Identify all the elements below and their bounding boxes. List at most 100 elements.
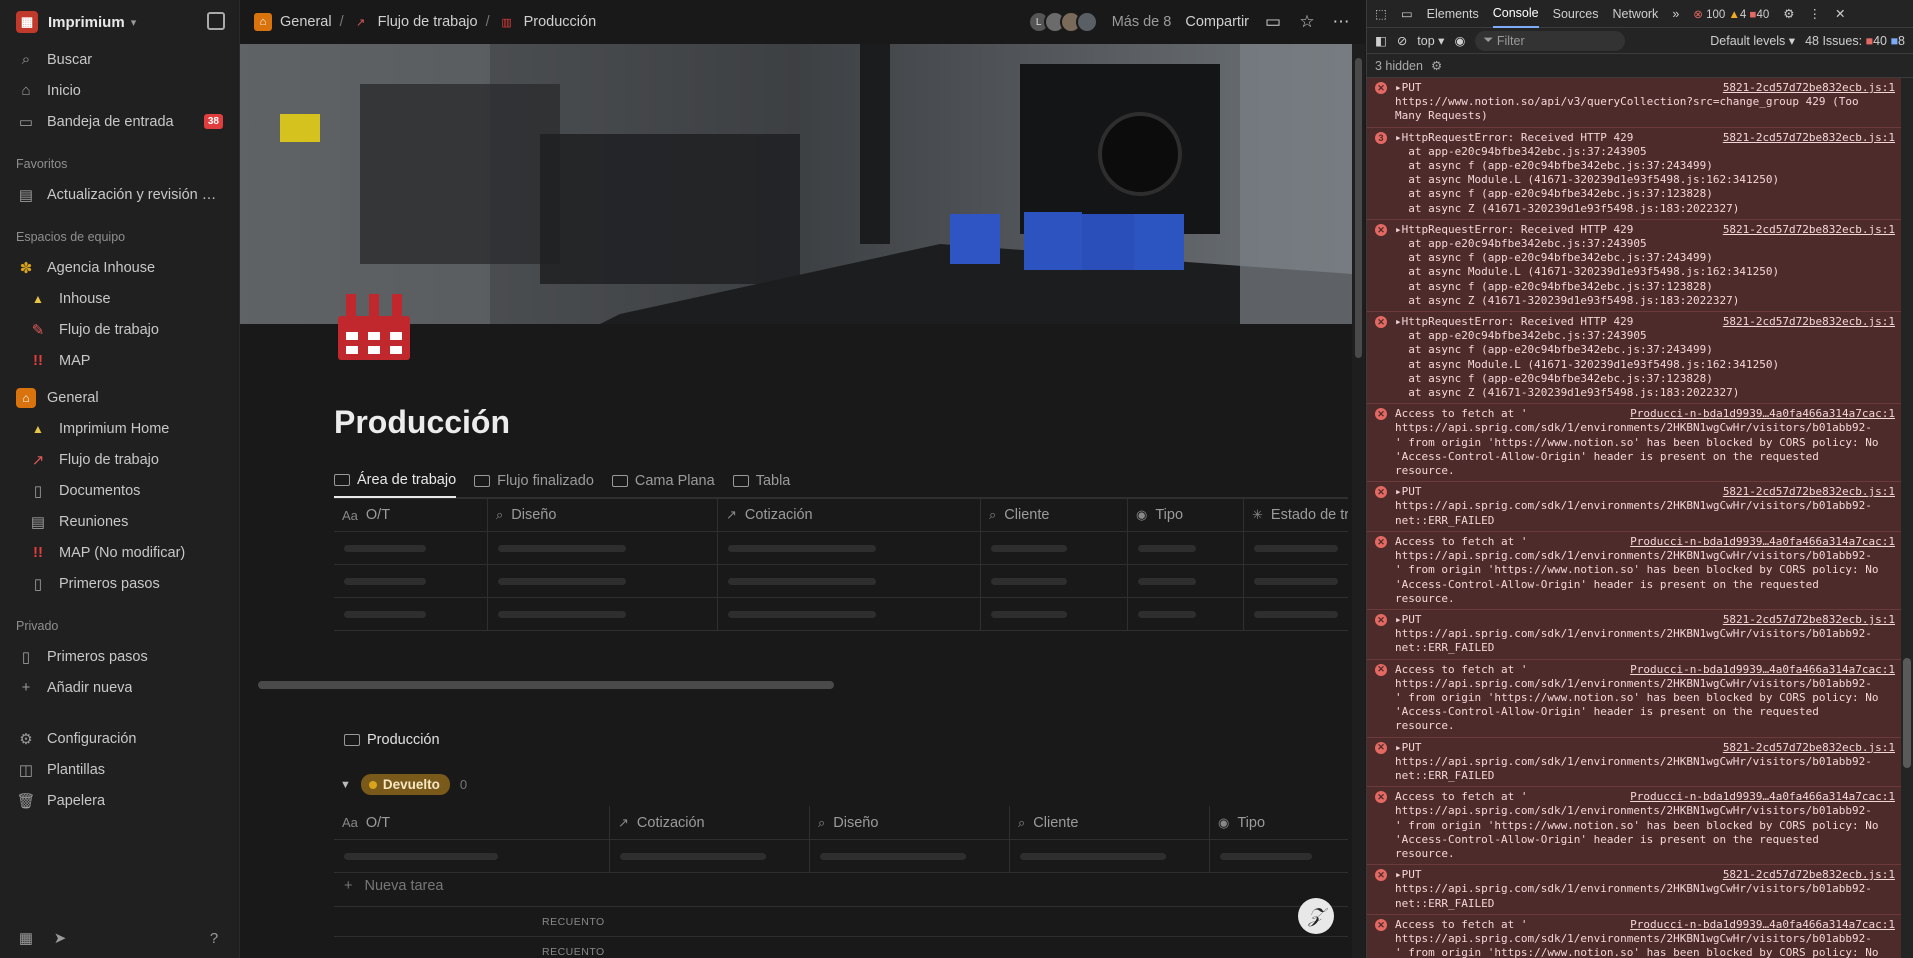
error-count[interactable]: ⊗ 100 ▲4 ■40 — [1693, 7, 1769, 21]
breadcrumb-item[interactable]: Flujo de trabajo — [378, 14, 478, 30]
sidebar-item-templates[interactable]: ◫ Plantillas — [0, 754, 239, 785]
sidebar-item-page[interactable]: ▲ Inhouse — [0, 283, 239, 314]
sidebar-item-inbox[interactable]: ▭ Bandeja de entrada 38 — [0, 106, 239, 137]
source-link[interactable]: 5821-2cd57d72be832ecb.js:1 — [1723, 741, 1895, 755]
calculate-footer[interactable]: RECUENTO — [542, 916, 605, 928]
console-error-message[interactable]: ✕ 5821-2cd57d72be832ecb.js:1 ▸HttpRequestE… — [1367, 312, 1901, 405]
breadcrumb-item[interactable]: Producción — [524, 14, 597, 30]
console-error-message[interactable]: ✕ Producci-n-bda1d9939…4a0fa466a314a7cac:… — [1367, 531, 1901, 610]
sidebar-item-favorite[interactable]: ▤ Actualización y revisión se... — [0, 179, 239, 210]
source-link[interactable]: Producci-n-bda1d9939…4a0fa466a314a7cac:1 — [1630, 663, 1895, 677]
source-link[interactable]: 5821-2cd57d72be832ecb.js:1 — [1723, 223, 1895, 237]
device-toolbar-icon[interactable]: ▭ — [1401, 6, 1413, 21]
console-error-message[interactable]: ✕ 5821-2cd57d72be832ecb.js:1 ▸PUT https://a… — [1367, 865, 1901, 915]
tab-cama-plana[interactable]: Cama Plana — [611, 464, 715, 498]
console-error-message[interactable]: ✕ 5821-2cd57d72be832ecb.js:1 ▸PUT https://w… — [1367, 78, 1901, 128]
tab-area-de-trabajo[interactable]: Área de trabajo — [334, 464, 457, 498]
tab-sources[interactable]: Sources — [1553, 0, 1599, 28]
column-header[interactable]: ⌕ Cliente — [981, 499, 1128, 531]
calculate-footer[interactable]: RECUENTO — [542, 946, 605, 958]
source-link[interactable]: Producci-n-bda1d9939…4a0fa466a314a7cac:1 — [1630, 535, 1895, 549]
sidebar-item-home[interactable]: ⌂ Inicio — [0, 75, 239, 106]
console-error-message[interactable]: ✕ 5821-2cd57d72be832ecb.js:1 ▸HttpRequestE… — [1367, 219, 1901, 313]
table-row[interactable] — [334, 598, 1348, 631]
sidebar-item-page[interactable]: ▲ Imprimium Home — [0, 413, 239, 444]
clear-console-icon[interactable]: ⊘ — [1397, 33, 1407, 48]
source-link[interactable]: 5821-2cd57d72be832ecb.js:1 — [1723, 315, 1895, 329]
console-error-message[interactable]: ✕ 5821-2cd57d72be832ecb.js:1 ▸PUT https://a… — [1367, 482, 1901, 532]
column-header[interactable]: ◉ Tipo — [1128, 499, 1244, 531]
source-link[interactable]: 5821-2cd57d72be832ecb.js:1 — [1723, 81, 1895, 95]
sidebar-item-teamspace[interactable]: ⌂ General — [0, 382, 239, 413]
inspect-icon[interactable]: ⬚ — [1375, 6, 1387, 21]
sidebar-item-page[interactable]: !! MAP (No modificar) — [0, 537, 239, 568]
sidebar-item-page[interactable]: ↗ Flujo de trabajo — [0, 444, 239, 475]
more-tabs-icon[interactable]: » — [1672, 7, 1679, 21]
sidebar-item-page[interactable]: ▯ Documentos — [0, 475, 239, 506]
source-link[interactable]: Producci-n-bda1d9939…4a0fa466a314a7cac:1 — [1630, 918, 1895, 932]
context-select[interactable]: top ▾ — [1417, 33, 1444, 48]
tab-network[interactable]: Network — [1612, 0, 1658, 28]
console-error-message[interactable]: ✕ 5821-2cd57d72be832ecb.js:1 ▸PUT https://a… — [1367, 609, 1901, 660]
send-icon[interactable]: ➤ — [50, 928, 70, 948]
source-link[interactable]: 5821-2cd57d72be832ecb.js:1 — [1723, 868, 1895, 882]
column-header[interactable]: ✳ Estado de tr — [1244, 499, 1348, 531]
console-error-message[interactable]: ✕ Producci-n-bda1d9939…4a0fa466a314a7cac:… — [1367, 914, 1901, 958]
console-error-message[interactable]: ✕ Producci-n-bda1d9939…4a0fa466a314a7cac:… — [1367, 404, 1901, 483]
column-header[interactable]: ⌕ Diseño — [488, 499, 718, 531]
console-error-message[interactable]: ✕ Producci-n-bda1d9939…4a0fa466a314a7cac:… — [1367, 659, 1901, 738]
sidebar-item-teamspace[interactable]: ✽ Agencia Inhouse — [0, 252, 239, 283]
source-link[interactable]: Producci-n-bda1d9939…4a0fa466a314a7cac:1 — [1630, 407, 1895, 421]
sidebar-item-page[interactable]: ✎ Flujo de trabajo — [0, 314, 239, 345]
levels-select[interactable]: Default levels ▾ — [1710, 33, 1795, 48]
column-header[interactable]: ⌕ Cliente — [1010, 806, 1210, 839]
more-members[interactable]: Más de 8 — [1112, 14, 1172, 30]
scrollbar-thumb[interactable] — [258, 681, 834, 689]
column-header[interactable]: ⌕ Diseño — [810, 806, 1010, 839]
tab-elements[interactable]: Elements — [1427, 0, 1479, 28]
tab-tabla[interactable]: Tabla — [732, 464, 790, 498]
gear-icon[interactable]: ⚙ — [1783, 6, 1794, 21]
issues-button[interactable]: 48 Issues: ■40 ■8 — [1805, 34, 1905, 48]
new-page-icon[interactable] — [207, 12, 225, 30]
sidebar-item-page[interactable]: !! MAP — [0, 345, 239, 376]
more-icon[interactable]: ⋯ — [1331, 12, 1351, 32]
source-link[interactable]: Producci-n-bda1d9939…4a0fa466a314a7cac:1 — [1630, 790, 1895, 804]
source-link[interactable]: 5821-2cd57d72be832ecb.js:1 — [1723, 485, 1895, 499]
new-task-button[interactable]: + Nueva tarea — [344, 878, 444, 894]
factory-icon[interactable] — [336, 286, 412, 362]
scrollbar-thumb[interactable] — [1903, 658, 1911, 768]
section-title[interactable]: Producción — [344, 732, 440, 748]
source-link[interactable]: 5821-2cd57d72be832ecb.js:1 — [1723, 131, 1895, 145]
share-button[interactable]: Compartir — [1185, 14, 1249, 30]
avatar-group[interactable]: L — [1027, 11, 1098, 33]
eye-icon[interactable]: ◉ — [1454, 33, 1465, 48]
vertical-scrollbar[interactable] — [1352, 44, 1365, 958]
console-error-message[interactable]: ✕ 5821-2cd57d72be832ecb.js:1 ▸PUT https://a… — [1367, 737, 1901, 788]
horizontal-scrollbar[interactable] — [240, 678, 1352, 692]
sidebar-toggle-icon[interactable]: ◧ — [1375, 33, 1387, 48]
ai-assistant-icon[interactable]: 𝒵 — [1298, 898, 1334, 934]
console-error-message[interactable]: 3 5821-2cd57d72be832ecb.js:1 ▸HttpRequestE… — [1367, 127, 1901, 220]
scrollbar-thumb[interactable] — [1355, 58, 1362, 358]
source-link[interactable]: 5821-2cd57d72be832ecb.js:1 — [1723, 613, 1895, 627]
gear-icon[interactable]: ⚙ — [1431, 58, 1442, 73]
calendar-icon[interactable]: ▦ — [16, 928, 36, 948]
tab-flujo-finalizado[interactable]: Flujo finalizado — [474, 464, 594, 498]
comment-icon[interactable]: ▭ — [1263, 12, 1283, 32]
column-header[interactable]: Aa O/T — [334, 499, 488, 531]
sidebar-item-trash[interactable]: 🗑 Papelera — [0, 785, 239, 816]
more-vert-icon[interactable]: ⋮ — [1808, 6, 1821, 21]
column-header[interactable]: Aa O/T — [334, 806, 610, 839]
sidebar-item-add-new[interactable]: + Añadir nueva — [0, 672, 239, 703]
table-row[interactable] — [334, 840, 1348, 873]
sidebar-item-search[interactable]: ⌕ Buscar — [0, 44, 239, 75]
workspace-switcher[interactable]: ▦ Imprimium ▾ — [0, 0, 239, 44]
collapse-triangle-icon[interactable]: ▼ — [340, 779, 351, 791]
help-icon[interactable]: ? — [204, 928, 224, 948]
console-error-message[interactable]: ✕ Producci-n-bda1d9939…4a0fa466a314a7cac:… — [1367, 787, 1901, 866]
tab-console[interactable]: Console — [1492, 0, 1539, 28]
column-header[interactable]: ↗ Cotización — [610, 806, 810, 839]
close-icon[interactable]: ✕ — [1835, 6, 1845, 21]
sidebar-item-page[interactable]: ▯ Primeros pasos — [0, 568, 239, 599]
